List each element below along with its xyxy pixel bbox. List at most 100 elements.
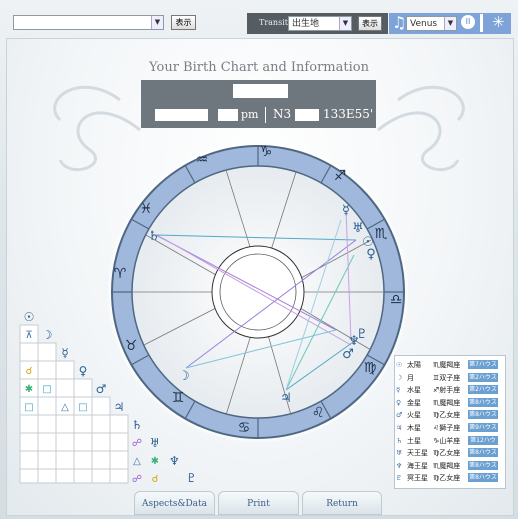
planet-symbol-icon: ♃ bbox=[396, 424, 403, 432]
house-badge: 第12ハウス bbox=[468, 435, 498, 453]
svg-text:♂: ♂ bbox=[96, 382, 107, 396]
moon-icon: ☽ bbox=[178, 369, 190, 384]
volume-slider-icon[interactable] bbox=[480, 14, 483, 32]
longitude: 133E55' bbox=[323, 107, 374, 121]
house-badge: 第8ハウス bbox=[468, 410, 498, 420]
date-redacted bbox=[155, 109, 208, 121]
planet-table-row: ♂ 火星 ♍乙女座 第8ハウス bbox=[396, 410, 500, 422]
planet-name: 天王星 bbox=[407, 449, 428, 458]
svg-text:☽: ☽ bbox=[42, 328, 53, 342]
time-redacted bbox=[218, 109, 238, 121]
planet-symbol-icon: ♀ bbox=[396, 398, 402, 407]
planet-symbol-icon: ♅ bbox=[396, 449, 403, 458]
svg-text:□: □ bbox=[42, 384, 51, 395]
app-window: ▼ 表示 Transit 出生地 ▼ 表示 ♫ Venus ▼ II ✳ Your … bbox=[0, 0, 518, 519]
planet-name: 冥王星 bbox=[407, 474, 428, 483]
svg-text:☍: ☍ bbox=[132, 438, 142, 449]
house-badge: 第8ハウス bbox=[468, 460, 498, 470]
libra-icon: ♎ bbox=[390, 292, 403, 308]
divider bbox=[265, 107, 266, 123]
sagittarius-icon: ♐ bbox=[334, 168, 347, 184]
chevron-down-icon: ▼ bbox=[339, 17, 351, 30]
planet-table-row: ☽ 月 ♊双子座 第2ハウス bbox=[396, 372, 500, 385]
planet-name: 火星 bbox=[407, 411, 421, 420]
name-redacted bbox=[233, 84, 288, 98]
display-button[interactable]: 表示 bbox=[171, 15, 196, 30]
aspect-grid: ☉ ☽ ☿ ♀ ♂ ♃ ♄ ♅ ⊼ ☌ ✱ □ □ △ □ ☍ △ ✱ ☍ ☌ bbox=[19, 310, 158, 485]
house-badge: 第2ハウス bbox=[468, 385, 498, 395]
planet-sign: ♐射手座 bbox=[433, 386, 461, 395]
mercury-icon: ☿ bbox=[342, 203, 350, 218]
svg-text:△: △ bbox=[133, 456, 141, 467]
planet-sign: ♑山羊座 bbox=[433, 436, 461, 445]
svg-text:♀: ♀ bbox=[79, 364, 88, 378]
planet-sign: ♏魔羯座 bbox=[433, 461, 461, 470]
planet-table-row: ♀ 金星 ♏魔羯座 第8ハウス bbox=[396, 397, 500, 410]
pause-icon[interactable]: II bbox=[461, 15, 475, 29]
planet-select[interactable]: Venus ▼ bbox=[406, 16, 457, 31]
svg-text:✱: ✱ bbox=[25, 384, 33, 395]
planet-sign: ♏魔羯座 bbox=[433, 361, 461, 369]
scorpio-icon: ♏ bbox=[375, 226, 388, 242]
cancer-icon: ♋ bbox=[238, 420, 251, 436]
chart-select[interactable]: ▼ bbox=[13, 15, 164, 30]
house-badge: 第9ハウス bbox=[468, 423, 498, 432]
music-note-icon[interactable]: ♫ bbox=[392, 13, 406, 32]
planet-sign: ♍乙女座 bbox=[433, 449, 461, 458]
return-tab[interactable]: Return bbox=[302, 491, 382, 515]
planet-symbol-icon: ☉ bbox=[396, 361, 403, 369]
coords-prefix: N3 bbox=[273, 107, 292, 121]
transit-select[interactable]: 出生地 ▼ bbox=[288, 16, 352, 31]
capricorn-icon: ♑ bbox=[260, 144, 273, 160]
svg-text:♄: ♄ bbox=[132, 418, 143, 432]
planet-symbol-icon: ♆ bbox=[396, 461, 403, 470]
planet-sign: ♌獅子座 bbox=[433, 424, 461, 432]
house-badge: 第8ハウス bbox=[468, 397, 498, 407]
planet-sign: ♊双子座 bbox=[433, 373, 461, 382]
planet-name: 月 bbox=[407, 373, 414, 382]
saturn-icon: ♄ bbox=[148, 229, 160, 244]
page-title: Your Birth Chart and Information bbox=[149, 60, 369, 75]
time-suffix: pm bbox=[241, 108, 259, 121]
uranus-icon: ♅ bbox=[352, 221, 364, 236]
planet-table-row: ♆ 海王星 ♏魔羯座 第8ハウス bbox=[396, 460, 500, 473]
birth-info-box: pm N3 133E55' bbox=[141, 80, 376, 128]
transit-label: Transit bbox=[259, 18, 288, 27]
jupiter-icon: ♃ bbox=[280, 391, 292, 406]
planet-sign: ♍乙女座 bbox=[433, 474, 461, 483]
planet-sign: ♏魔羯座 bbox=[433, 398, 461, 407]
house-badge: 第8ハウス bbox=[468, 473, 498, 483]
transit-display-button[interactable]: 表示 bbox=[358, 16, 382, 31]
settings-icon[interactable]: ✳ bbox=[492, 13, 505, 31]
svg-text:☍: ☍ bbox=[132, 474, 142, 485]
print-tab[interactable]: Print bbox=[218, 491, 299, 515]
svg-text:☿: ☿ bbox=[61, 346, 68, 360]
svg-text:☉: ☉ bbox=[24, 310, 35, 324]
chevron-down-icon: ▼ bbox=[444, 17, 456, 30]
planet-symbol-icon: ☽ bbox=[396, 373, 403, 382]
svg-text:□: □ bbox=[24, 402, 33, 413]
planet-name: 太陽 bbox=[407, 361, 421, 369]
planet-sign: ♍乙女座 bbox=[433, 411, 461, 420]
aquarius-icon: ♒ bbox=[196, 152, 209, 168]
pluto-icon: ♇ bbox=[356, 327, 368, 342]
planet-table-row: ☿ 水星 ♐射手座 第2ハウス bbox=[396, 385, 500, 397]
gemini-icon: ♊ bbox=[172, 390, 185, 406]
pisces-icon: ♓ bbox=[140, 201, 153, 217]
house-badge: 第8ハウス bbox=[468, 448, 498, 458]
svg-text:⊼: ⊼ bbox=[25, 330, 32, 341]
planet-symbol-icon: ♂ bbox=[396, 411, 403, 420]
planet-name: 木星 bbox=[407, 424, 421, 432]
house-badge: 第7ハウス bbox=[468, 360, 498, 369]
sun-icon: ☉ bbox=[362, 235, 374, 250]
aspects-data-tab[interactable]: Aspects&Data bbox=[134, 491, 215, 515]
svg-text:♃: ♃ bbox=[114, 400, 125, 414]
svg-text:△: △ bbox=[61, 402, 69, 413]
svg-text:✱: ✱ bbox=[151, 456, 158, 467]
planet-table-row: ♅ 天王星 ♍乙女座 第8ハウス bbox=[396, 448, 500, 460]
svg-text:□: □ bbox=[78, 402, 87, 413]
planet-name: 水星 bbox=[407, 386, 421, 395]
aries-icon: ♈ bbox=[114, 266, 127, 282]
planet-name: 金星 bbox=[407, 398, 421, 407]
svg-text:♅: ♅ bbox=[150, 436, 158, 450]
